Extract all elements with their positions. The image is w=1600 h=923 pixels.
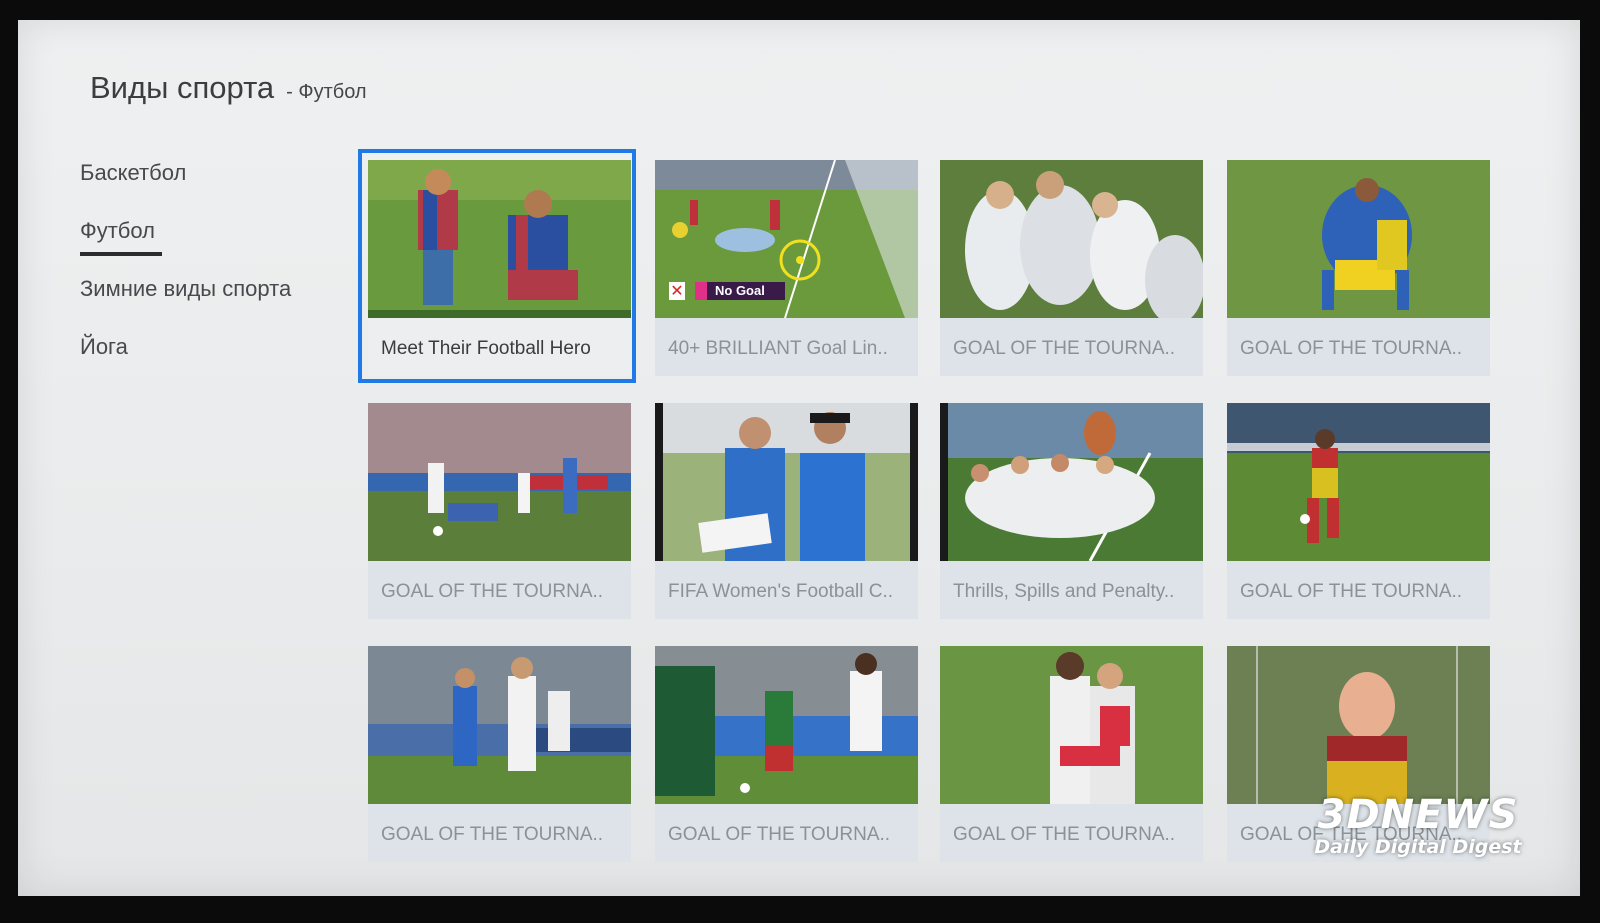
video-thumbnail: [940, 160, 1203, 318]
video-thumbnail: [368, 160, 631, 318]
video-card[interactable]: ✕ No Goal 40+ BRILLIANT Goal Lin..: [655, 160, 918, 378]
tv-screen: Виды спорта - Футбол Баскетбол Футбол Зи…: [18, 20, 1580, 896]
video-card[interactable]: FIFA Women's Football C..: [655, 403, 918, 621]
video-card[interactable]: GOAL OF THE TOURNA..: [368, 646, 631, 864]
video-card[interactable]: GOAL OF THE TOURNA..: [940, 646, 1203, 864]
video-title: FIFA Women's Football C..: [655, 561, 918, 619]
watermark-logo: 3DNEWS Daily Digital Digest: [1288, 792, 1548, 858]
video-card[interactable]: GOAL OF THE TOURNA..: [1227, 160, 1490, 378]
page-title: Виды спорта: [90, 70, 275, 105]
video-thumbnail: [940, 403, 1203, 561]
video-card[interactable]: Meet Their Football Hero: [358, 149, 636, 383]
video-thumbnail: [1227, 646, 1490, 804]
video-title: Meet Their Football Hero: [368, 318, 631, 376]
video-card[interactable]: Thrills, Spills and Penalty..: [940, 403, 1203, 621]
video-card[interactable]: GOAL OF THE TOURNA..: [940, 160, 1203, 378]
video-title: GOAL OF THE TOURNA..: [940, 804, 1203, 862]
category-winter-sports[interactable]: Зимние виды спорта: [80, 276, 370, 302]
watermark-brand: 3DNEWS: [1317, 792, 1519, 838]
video-title: GOAL OF THE TOURNA..: [655, 804, 918, 862]
category-football[interactable]: Футбол: [80, 218, 370, 256]
video-title: Thrills, Spills and Penalty..: [940, 561, 1203, 619]
page-header: Виды спорта - Футбол: [90, 70, 367, 106]
category-yoga[interactable]: Йога: [80, 334, 370, 360]
video-grid: Meet Their Football Hero ✕ No Goal 40+ B…: [358, 149, 1518, 896]
video-title: GOAL OF THE TOURNA..: [368, 561, 631, 619]
video-thumbnail: [655, 403, 918, 561]
sport-categories: Баскетбол Футбол Зимние виды спорта Йога: [80, 160, 370, 392]
no-goal-badge: No Goal: [715, 283, 765, 298]
video-thumbnail: [655, 646, 918, 804]
video-card[interactable]: GOAL OF THE TOURNA..: [655, 646, 918, 864]
page-subtitle: - Футбол: [286, 81, 367, 103]
video-thumbnail: [368, 646, 631, 804]
video-title: 40+ BRILLIANT Goal Lin..: [655, 318, 918, 376]
video-card[interactable]: GOAL OF THE TOURNA..: [1227, 403, 1490, 621]
video-thumbnail: [1227, 160, 1490, 318]
video-card[interactable]: GOAL OF THE TOURNA..: [368, 403, 631, 621]
category-basketball[interactable]: Баскетбол: [80, 160, 370, 186]
watermark-tagline: Daily Digital Digest: [1314, 836, 1522, 858]
video-title: GOAL OF THE TOURNA..: [940, 318, 1203, 376]
video-title: GOAL OF THE TOURNA..: [1227, 318, 1490, 376]
video-title: GOAL OF THE TOURNA..: [368, 804, 631, 862]
video-thumbnail: [1227, 403, 1490, 561]
video-thumbnail: [940, 646, 1203, 804]
video-thumbnail: ✕ No Goal: [655, 160, 918, 318]
svg-text:✕: ✕: [670, 281, 683, 300]
video-title: GOAL OF THE TOURNA..: [1227, 561, 1490, 619]
video-thumbnail: [368, 403, 631, 561]
